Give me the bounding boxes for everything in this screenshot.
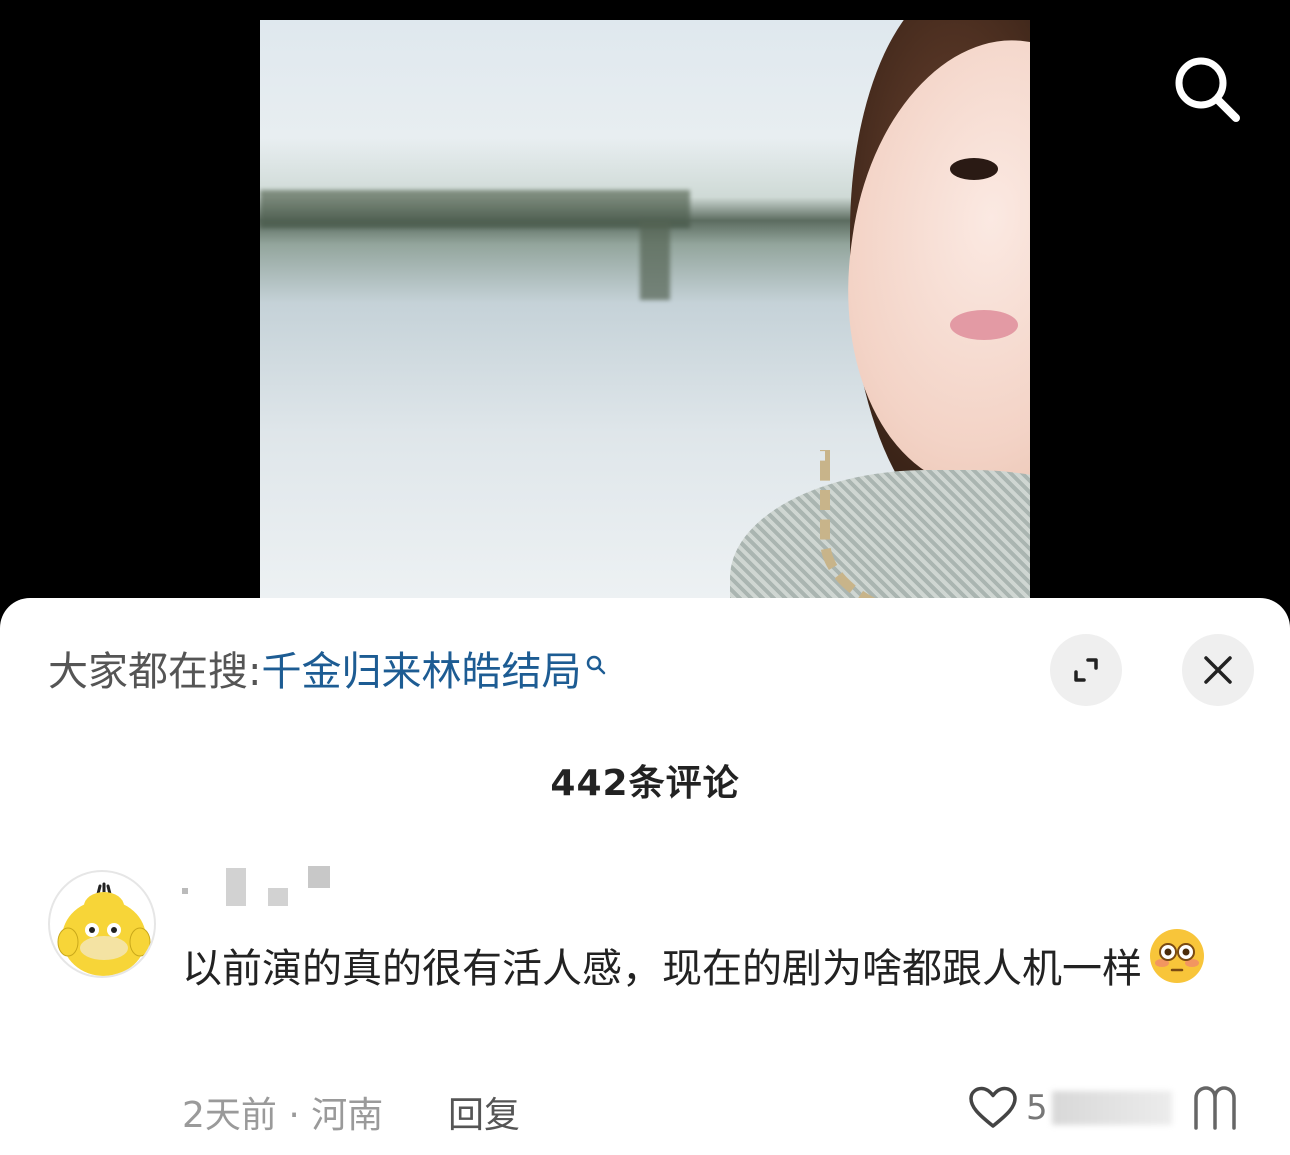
trending-query-link[interactable]: 千金归来林皓结局 [261,644,581,700]
video-frame [260,20,1030,610]
trending-prefix: 大家都在搜: [48,649,262,695]
comment-body: 以前演的真的很有活人感，现在的剧为啥都跟人机一样 [182,929,1242,1007]
video-player[interactable] [0,0,1290,620]
flushed-face-emoji [1148,927,1206,1007]
expand-button[interactable] [1050,634,1122,706]
reply-button[interactable]: 回复 [448,1086,520,1138]
dislike-button[interactable] [1190,1084,1240,1138]
username[interactable] [182,866,342,912]
like-button[interactable]: 5 [968,1086,1172,1130]
expand-icon [1074,658,1098,682]
heart-icon [969,1086,1017,1128]
comment-text: 以前演的真的很有活人感，现在的剧为啥都跟人机一样 [182,946,1142,992]
avatar[interactable] [48,870,156,978]
trending-search-bar[interactable]: 大家都在搜: 千金归来林皓结局 [48,644,607,700]
small-search-icon [585,635,607,691]
search-icon[interactable] [1170,52,1244,126]
dislike-icon [1194,1086,1236,1130]
comment-count-title: 442条评论 [550,763,740,804]
close-icon [1204,656,1232,684]
like-count: 5 [1026,1088,1048,1128]
close-button[interactable] [1182,634,1254,706]
comments-sheet: 大家都在搜: 千金归来林皓结局 442条评论 以前演的真的很有活人感，现在的剧为… [0,598,1290,1155]
like-count-blurred [1051,1091,1172,1125]
comment-meta: 2天前 · 河南 [182,1095,384,1136]
